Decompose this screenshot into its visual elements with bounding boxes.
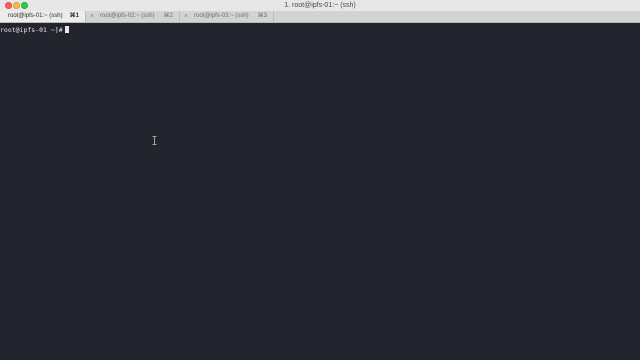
tab-bar: root@ipfs-01:~ (ssh) ⌘1 × root@ipfs-02:~… <box>0 11 640 23</box>
tab-shortcut: ⌘3 <box>257 13 267 19</box>
terminal-window: 1. root@ipfs-01:~ (ssh) root@ipfs-01:~ (… <box>0 0 640 360</box>
tab-ipfs-03[interactable]: × root@ipfs-03:~ (ssh) ⌘3 <box>180 11 274 22</box>
tab-shortcut: ⌘2 <box>163 13 173 19</box>
close-icon[interactable]: × <box>90 11 94 22</box>
tab-ipfs-01[interactable]: root@ipfs-01:~ (ssh) ⌘1 <box>0 11 86 22</box>
close-icon[interactable]: × <box>184 11 188 22</box>
shell-prompt: root@ipfs-01 ~]# <box>0 26 63 34</box>
tab-label: root@ipfs-03:~ (ssh) <box>194 13 249 19</box>
tab-label: root@ipfs-01:~ (ssh) <box>8 13 63 19</box>
tab-shortcut: ⌘1 <box>69 13 79 19</box>
tab-label: root@ipfs-02:~ (ssh) <box>100 13 155 19</box>
tab-ipfs-02[interactable]: × root@ipfs-02:~ (ssh) ⌘2 <box>86 11 180 22</box>
window-title: 1. root@ipfs-01:~ (ssh) <box>284 2 356 9</box>
block-cursor <box>64 26 69 33</box>
terminal-area[interactable]: root@ipfs-01 ~]# <box>0 23 640 360</box>
text-cursor-icon <box>152 136 157 145</box>
prompt-line: root@ipfs-01 ~]# <box>0 26 69 34</box>
